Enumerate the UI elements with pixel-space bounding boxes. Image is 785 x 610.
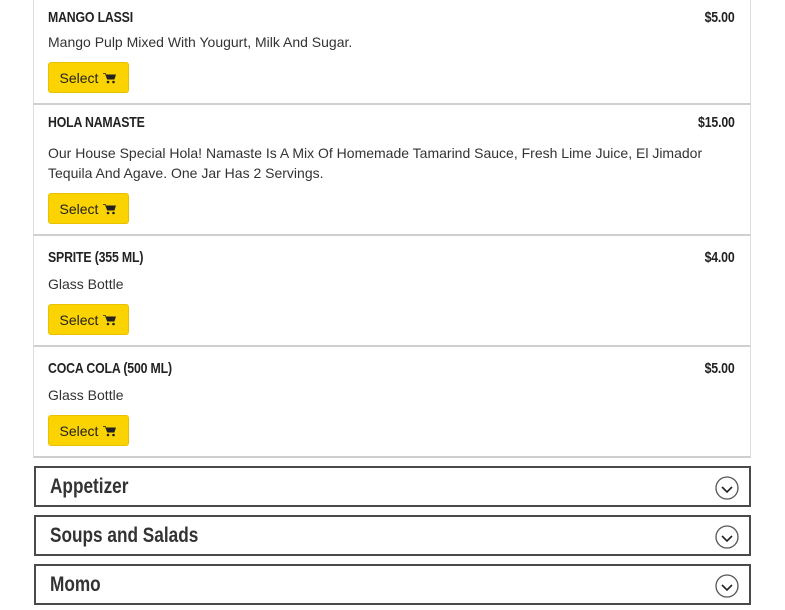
cart-icon xyxy=(103,314,117,325)
item-price: $15.00 xyxy=(698,114,735,131)
select-button-label: Select xyxy=(59,69,99,86)
menu-item-header: Coca Cola (500 ml) $5.00 xyxy=(48,360,735,380)
category-momo[interactable]: Momo xyxy=(34,564,751,605)
menu-item-header: Mango Lassi $5.00 xyxy=(48,9,735,29)
item-description: Glass Bottle xyxy=(48,387,124,403)
item-description: Glass Bottle xyxy=(48,276,124,292)
select-button-label: Select xyxy=(59,200,99,217)
item-price: $4.00 xyxy=(705,249,735,266)
menu-item-header: Hola Namaste $15.00 xyxy=(48,114,735,134)
item-price: $5.00 xyxy=(705,9,735,26)
category-label: Appetizer xyxy=(50,475,129,498)
menu-item-header: Sprite (355 ml) $4.00 xyxy=(48,249,735,269)
item-price: $5.00 xyxy=(705,360,735,377)
select-button-label: Select xyxy=(59,422,99,439)
menu-item: Sprite (355 ml) $4.00 Glass Bottle Selec… xyxy=(33,236,751,347)
item-name: Mango Lassi xyxy=(48,9,133,26)
category-appetizer[interactable]: Appetizer xyxy=(34,466,751,507)
menu-item: Mango Lassi $5.00 Mango Pulp Mixed With … xyxy=(33,0,751,105)
select-button[interactable]: Select xyxy=(48,304,129,335)
item-description: Our House Special Hola! Namaste Is A Mix… xyxy=(48,145,703,181)
menu-item: Hola Namaste $15.00 Our House Special Ho… xyxy=(33,105,751,236)
select-button[interactable]: Select xyxy=(48,415,129,446)
category-soups-and-salads[interactable]: Soups and Salads xyxy=(34,515,751,556)
chevron-down-icon xyxy=(715,525,739,549)
select-button[interactable]: Select xyxy=(48,193,129,224)
item-name: Coca Cola (500 ml) xyxy=(48,360,172,377)
menu-item: Coca Cola (500 ml) $5.00 Glass Bottle Se… xyxy=(33,347,751,458)
cart-icon xyxy=(103,72,117,83)
item-description: Mango Pulp Mixed With Yougurt, Milk And … xyxy=(48,34,353,50)
chevron-down-icon xyxy=(715,476,739,500)
item-name: Sprite (355 ml) xyxy=(48,249,144,266)
select-button[interactable]: Select xyxy=(48,62,129,93)
category-label: Soups and Salads xyxy=(50,524,199,547)
chevron-down-icon xyxy=(715,574,739,598)
cart-icon xyxy=(103,425,117,436)
cart-icon xyxy=(103,203,117,214)
category-label: Momo xyxy=(50,573,101,596)
select-button-label: Select xyxy=(59,311,99,328)
item-name: Hola Namaste xyxy=(48,114,145,131)
